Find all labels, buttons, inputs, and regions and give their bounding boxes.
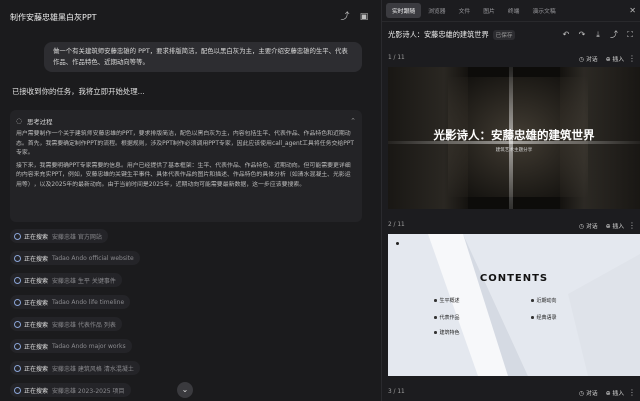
scroll-down-button[interactable]: ⌄: [177, 382, 193, 398]
slide-header: 1 / 11 ◷ 对话 ⊕ 插入 ⋮: [388, 51, 640, 65]
insert-button[interactable]: ⊕ 插入: [606, 54, 624, 63]
fullscreen-icon[interactable]: ⛶: [624, 30, 636, 40]
slide-header: 2 / 11 ◷ 对话 ⊕ 插入 ⋮: [388, 218, 640, 232]
toc-item: 生平概述: [434, 297, 460, 304]
redo-icon[interactable]: ↷: [576, 30, 588, 40]
search-step[interactable]: 正在搜索 安藤忠雄 建筑风格 清水混凝土: [10, 361, 140, 375]
toc-item: 经典语录: [531, 314, 557, 321]
thinking-toggle[interactable]: ◌ 思考过程 ⌃: [16, 115, 356, 127]
search-step[interactable]: 正在搜索 安藤忠雄 生平 关键事件: [10, 273, 122, 287]
tab-presentation[interactable]: 演示文稿: [526, 3, 561, 18]
undo-icon[interactable]: ↶: [560, 30, 572, 40]
spinner-icon: [14, 232, 21, 240]
dialog-button[interactable]: ◷ 对话: [579, 388, 598, 397]
insert-button[interactable]: ⊕ 插入: [606, 388, 624, 397]
search-list: 正在搜索 安藤忠雄 官方网站 正在搜索 Tadao Ando official we…: [10, 229, 140, 401]
tab-live-follow[interactable]: 实时跟随: [386, 3, 422, 18]
slide-header: 3 / 11 ◷ 对话 ⊕ 插入 ⋮: [388, 385, 640, 399]
tab-images[interactable]: 图片: [477, 3, 501, 18]
tab-files[interactable]: 文件: [453, 3, 477, 18]
slide-number: 2 / 11: [388, 222, 405, 228]
more-icon[interactable]: ⋮: [628, 388, 636, 397]
spinner-icon: [14, 342, 21, 350]
more-icon[interactable]: ⋮: [628, 221, 636, 230]
toc-item: 建筑特色: [434, 329, 460, 336]
panel-tabs: 实时跟随 浏览器 文件 图片 终端 演示文稿 ✕: [382, 0, 640, 22]
chat-panel: 制作安藤忠雄黑白灰PPT ⤴ ▣ 做一个有关建筑师安藤忠雄的 PPT，要求排版简…: [0, 0, 381, 401]
ppt-tools: ↶ ↷ ⤓ ⤴ ⛶: [556, 30, 636, 40]
slide-subtitle: 建筑艺术主题分享: [495, 148, 533, 153]
dialog-button[interactable]: ◷ 对话: [579, 221, 598, 230]
slide-thumbnail-1[interactable]: 光影诗人：安藤忠雄的建筑世界 建筑艺术主题分享: [388, 67, 640, 209]
tab-terminal[interactable]: 终端: [502, 3, 526, 18]
spinner-icon: [14, 254, 21, 262]
thinking-paragraph: 接下来，我需要明确PPT专家需要的信息。用户已经提供了基本框架：生平、代表作品、…: [16, 162, 351, 188]
thinking-label: 思考过程: [27, 117, 53, 126]
assistant-reply: 已接收到你的任务，我将立即开始处理...: [12, 87, 145, 96]
slide-background-shape: [428, 234, 640, 376]
search-step[interactable]: 正在搜索 安藤忠雄 官方网站: [10, 229, 108, 243]
slide-number: 1 / 11: [388, 55, 405, 61]
thinking-paragraph: 用户需要制作一个关于建筑师安藤忠雄的PPT，要求排版简洁，配色以黑白灰为主，内容…: [16, 131, 354, 156]
spinner-icon: [14, 298, 21, 306]
slide-contents-heading: CONTENTS: [479, 273, 549, 284]
slide-bullet-dot: [396, 242, 399, 245]
search-step[interactable]: 正在搜索 安藤忠雄 代表作品 列表: [10, 317, 122, 331]
search-step[interactable]: 正在搜索 安藤忠雄 2023-2025 项目: [10, 383, 131, 397]
chevron-down-icon: ⌄: [181, 385, 189, 394]
search-step[interactable]: 正在搜索 Tadao Ando life timeline: [10, 295, 131, 309]
search-step[interactable]: 正在搜索 Tadao Ando official website: [10, 251, 140, 265]
spinner-icon: [14, 276, 21, 284]
more-icon[interactable]: ⋮: [628, 54, 636, 63]
dialog-button[interactable]: ◷ 对话: [579, 54, 598, 63]
spinner-icon: [14, 320, 21, 328]
lightbulb-icon: ◌: [16, 117, 23, 125]
user-message: 做一个有关建筑师安藤忠雄的 PPT，要求排版简洁，配色以黑白灰为主，主要介绍安藤…: [44, 42, 362, 72]
chat-title: 制作安藤忠雄黑白灰PPT: [10, 12, 97, 22]
saved-badge: 已保存: [492, 30, 516, 40]
toc-item: 代表作品: [434, 314, 460, 321]
spinner-icon: [14, 386, 21, 394]
insert-button[interactable]: ⊕ 插入: [606, 221, 624, 230]
slide-number: 3 / 11: [388, 389, 405, 395]
chevron-up-icon[interactable]: ⌃: [350, 117, 356, 125]
slide-thumbnail-2[interactable]: CONTENTS 生平概述 近期动向 代表作品 经典语录 建筑特色: [388, 234, 640, 376]
close-icon[interactable]: ✕: [629, 6, 636, 15]
tab-browser[interactable]: 浏览器: [422, 3, 451, 18]
chat-header: 制作安藤忠雄黑白灰PPT ⤴ ▣: [0, 0, 381, 34]
share-icon[interactable]: ⤴: [608, 30, 620, 40]
download-icon[interactable]: ⤓: [592, 30, 604, 40]
share-icon[interactable]: ⤴: [339, 11, 351, 23]
workspace-panel: 实时跟随 浏览器 文件 图片 终端 演示文稿 ✕ 光影诗人：安藤忠雄的建筑世界 …: [381, 0, 640, 401]
search-step[interactable]: 正在搜索 Tadao Ando major works: [10, 339, 132, 353]
toc-item: 近期动向: [531, 297, 557, 304]
slide-title: 光影诗人：安藤忠雄的建筑世界: [433, 128, 595, 142]
thinking-block: ◌ 思考过程 ⌃ 用户需要制作一个关于建筑师安藤忠雄的PPT，要求排版简洁，配色…: [10, 110, 362, 222]
spinner-icon: [14, 364, 21, 372]
ppt-toolbar: 光影诗人：安藤忠雄的建筑世界 已保存 ↶ ↷ ⤓ ⤴ ⛶: [382, 22, 640, 48]
sidebar-toggle-icon[interactable]: ▣: [358, 11, 370, 23]
ppt-title: 光影诗人：安藤忠雄的建筑世界: [388, 30, 489, 39]
